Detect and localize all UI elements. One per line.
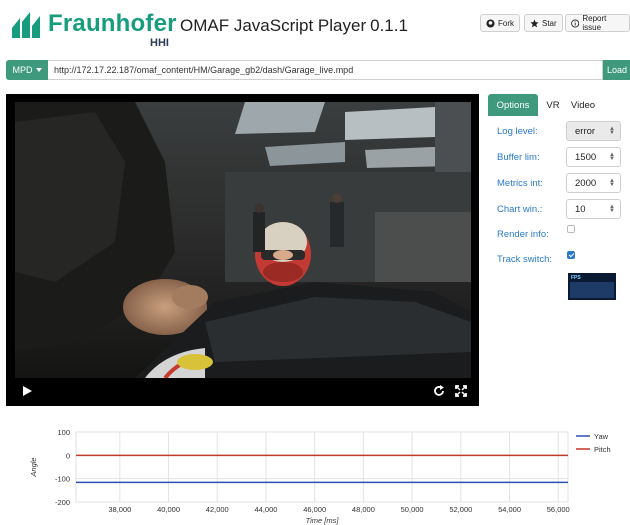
- metrics-int-value: 2000: [575, 177, 597, 189]
- x-tick-label: 50,000: [401, 505, 424, 514]
- tab-options[interactable]: Options: [488, 94, 538, 116]
- track-switch-label: Track switch:: [497, 254, 553, 265]
- app-title: OMAF JavaScript Player: [180, 16, 367, 35]
- render-info-checkbox[interactable]: [567, 225, 575, 233]
- y-tick-label: 100: [57, 428, 70, 437]
- fps-graph: [570, 282, 614, 298]
- angle-chart: 38,000 40,000 42,000 44,000 46,000 48,000 50,0…: [29, 428, 611, 525]
- fraunhofer-logo: Fraunhofer HHI: [10, 10, 176, 50]
- stepper-icon[interactable]: ▲ ▼: [609, 204, 615, 214]
- page-title: OMAF JavaScript Player 0.1.1: [180, 16, 408, 36]
- buffer-lim-value: 1500: [575, 151, 597, 163]
- buffer-lim-label: Buffer lim:: [497, 152, 540, 163]
- x-tick-label: 46,000: [303, 505, 326, 514]
- stepper-icon[interactable]: ▲ ▼: [609, 152, 615, 162]
- fork-label: Fork: [498, 18, 514, 28]
- y-axis-title: Angle: [29, 457, 38, 477]
- render-info-label: Render info:: [497, 229, 549, 240]
- info-icon: [571, 18, 580, 28]
- legend-label-yaw: Yaw: [594, 432, 609, 441]
- y-tick-label: 0: [66, 451, 70, 460]
- metrics-int-label: Metrics int:: [497, 178, 543, 189]
- fullscreen-icon[interactable]: [454, 384, 468, 398]
- app-version: 0.1.1: [370, 16, 408, 35]
- track-switch-checkbox[interactable]: [567, 251, 575, 259]
- replay-icon[interactable]: [432, 384, 446, 398]
- settings-tabs: Options VR Video: [488, 94, 598, 116]
- x-tick-label: 56,000: [547, 505, 570, 514]
- x-tick-label: 54,000: [498, 505, 521, 514]
- y-tick-label: -100: [55, 475, 70, 484]
- mpd-url-input[interactable]: [48, 60, 603, 80]
- legend-label-pitch: Pitch: [594, 445, 611, 454]
- star-button[interactable]: Star: [524, 14, 563, 32]
- brand-sub: HHI: [150, 37, 169, 49]
- x-tick-label: 48,000: [352, 505, 375, 514]
- x-tick-label: 52,000: [449, 505, 472, 514]
- log-level-select[interactable]: error ▲ ▼: [566, 121, 621, 141]
- report-issue-label: Report issue: [582, 14, 607, 32]
- caret-down-icon: [35, 68, 42, 72]
- report-issue-button[interactable]: Report issue: [565, 14, 630, 32]
- plot-frame: [75, 431, 569, 503]
- select-arrows-icon: ▲ ▼: [609, 126, 615, 136]
- mpd-dropdown-button[interactable]: MPD: [6, 60, 48, 80]
- github-icon: [486, 18, 495, 28]
- fps-label: FPS: [571, 275, 581, 281]
- fork-button[interactable]: Fork: [480, 14, 520, 32]
- buffer-lim-input[interactable]: 1500 ▲ ▼: [566, 147, 621, 167]
- video-player[interactable]: [6, 94, 479, 406]
- chart-win-label: Chart win.:: [497, 204, 543, 215]
- mpd-label: MPD: [12, 65, 33, 75]
- x-tick-label: 38,000: [108, 505, 131, 514]
- star-icon: [530, 18, 539, 27]
- fps-monitor: FPS: [568, 273, 616, 300]
- x-tick-label: 44,000: [255, 505, 278, 514]
- tab-vr[interactable]: VR: [538, 94, 568, 116]
- log-level-value: error: [575, 125, 596, 137]
- brand-name: Fraunhofer: [48, 10, 177, 37]
- tab-video[interactable]: Video: [568, 94, 598, 116]
- load-button[interactable]: Load: [603, 60, 630, 80]
- stepper-icon[interactable]: ▲ ▼: [609, 178, 615, 188]
- video-frame: [15, 102, 471, 378]
- play-icon[interactable]: [20, 384, 34, 398]
- video-controls: [6, 378, 479, 406]
- y-tick-label: -200: [55, 498, 70, 507]
- x-tick-label: 42,000: [206, 505, 229, 514]
- star-label: Star: [542, 18, 557, 28]
- x-tick-label: 40,000: [157, 505, 180, 514]
- metrics-int-input[interactable]: 2000 ▲ ▼: [566, 173, 621, 193]
- chart-win-value: 10: [575, 203, 586, 215]
- chart-win-input[interactable]: 10 ▲ ▼: [566, 199, 621, 219]
- log-level-label: Log level:: [497, 126, 538, 137]
- x-axis-title: Time [ms]: [306, 516, 340, 525]
- fraunhofer-logo-mark-icon: [12, 12, 40, 38]
